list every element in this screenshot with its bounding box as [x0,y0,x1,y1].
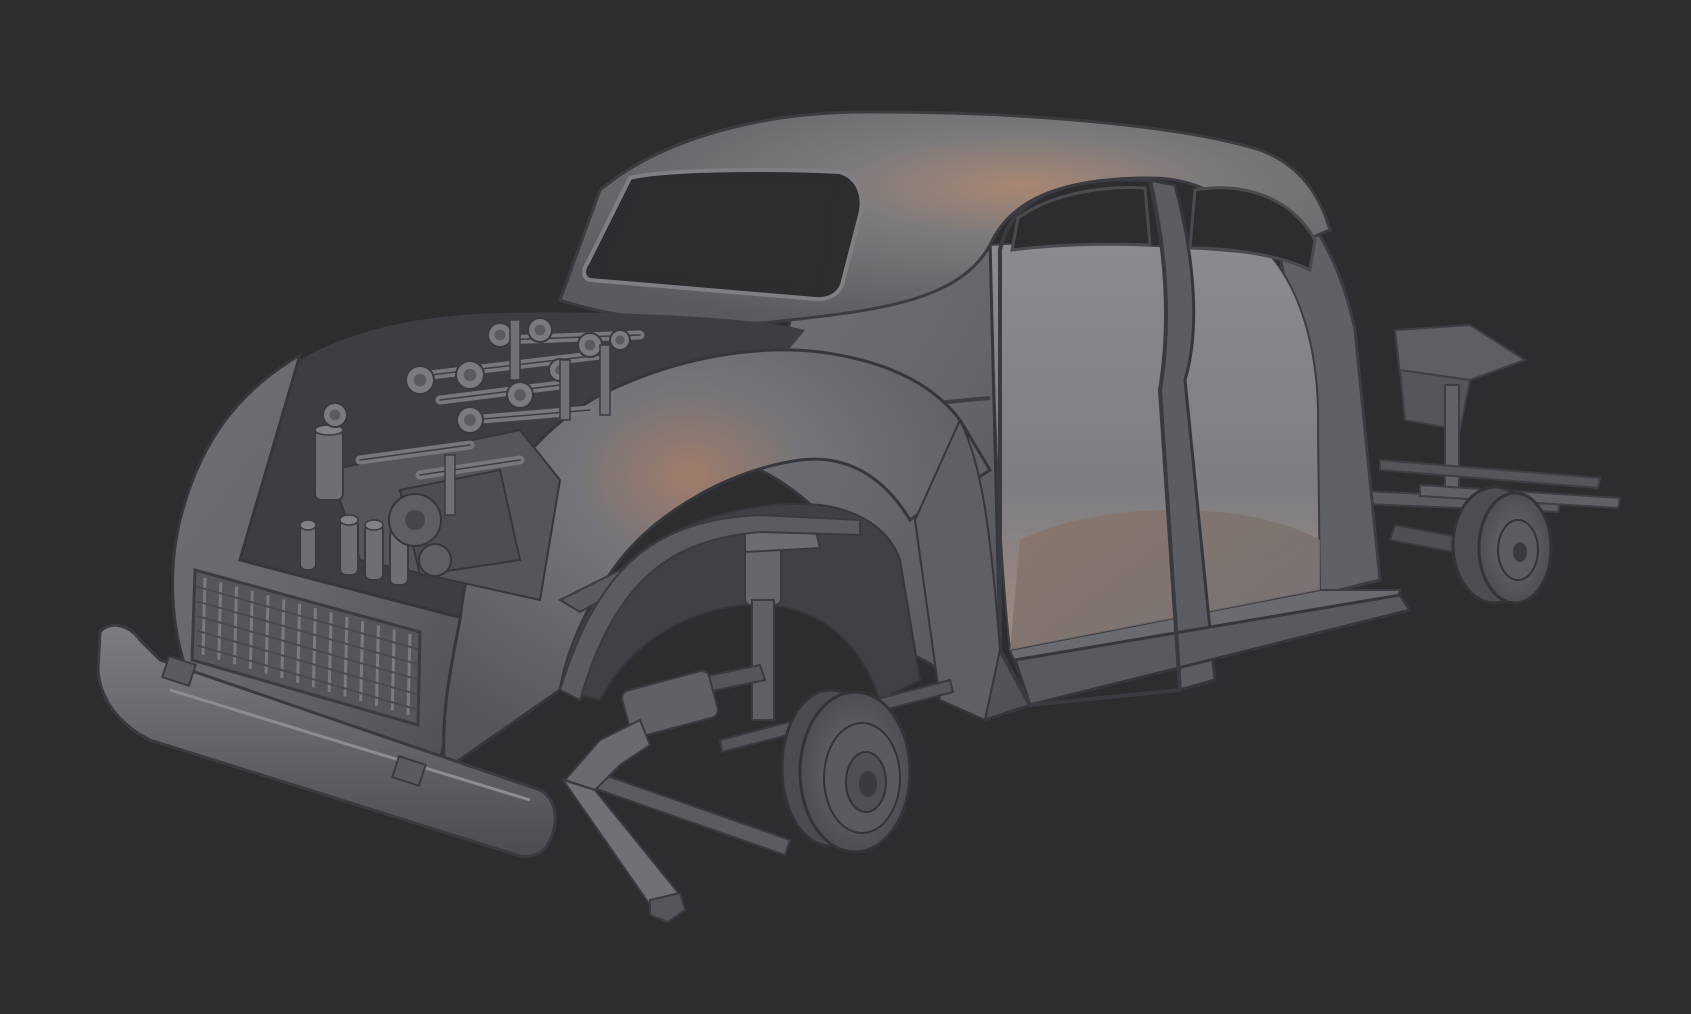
engine-riser [509,319,521,381]
car-render [96,110,1622,924]
engine-cylinder [299,524,317,571]
engine-cylinder-cap [299,519,317,531]
engine-cylinder [339,519,359,576]
engine-valve-center [615,335,625,345]
engine-valve-center [463,368,477,382]
engine-valve-center [534,324,546,336]
engine-pulley [418,543,452,577]
engine-valve-center [494,329,506,341]
rear-wheel [1451,485,1553,605]
engine-valve-center [584,339,596,351]
front-wheel [780,688,912,854]
engine-cylinder [364,524,384,581]
viewport [0,0,1691,1014]
engine-cylinder [314,429,344,501]
engine-valve-center [329,409,341,421]
engine-riser [444,454,456,516]
engine-valve-center [464,414,476,426]
engine-valve-center [413,373,427,387]
engine-valve-center [514,389,526,401]
engine-cylinder-cap [364,519,384,531]
engine-riser [599,344,611,416]
engine-pulley-hub [405,510,425,530]
engine-riser [559,359,571,421]
engine-cylinder-cap [339,514,359,526]
